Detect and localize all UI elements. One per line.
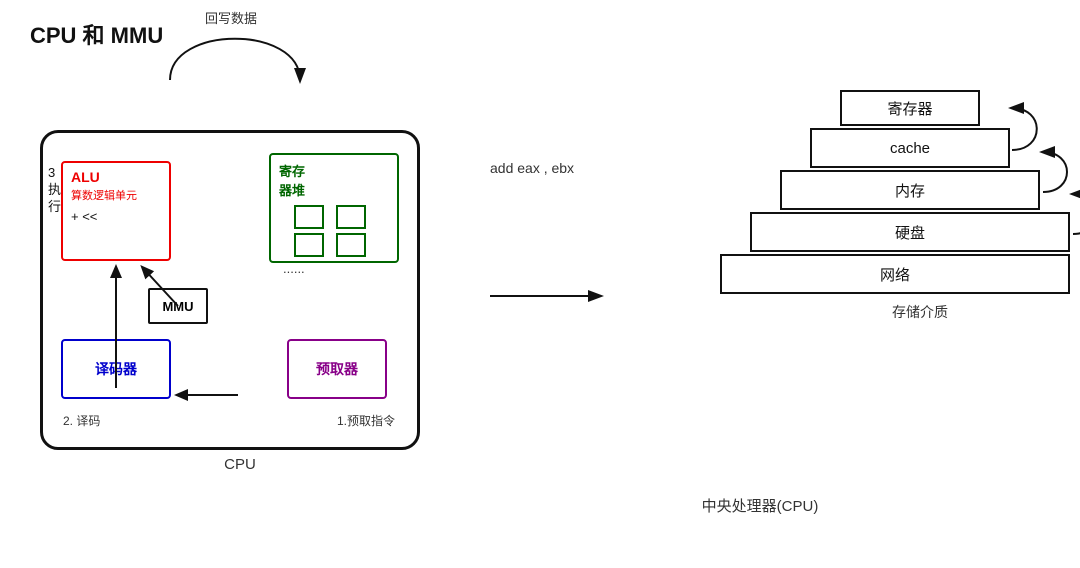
svg-text:回写数据: 回写数据 <box>205 11 257 26</box>
tier-network: 网络 <box>720 254 1070 294</box>
decoder-box: 译码器 <box>61 339 171 399</box>
decoder-step-label: 2. 译码 <box>63 412 100 429</box>
writeback-arrow: 回写数据 <box>40 15 420 85</box>
instruction-label: add eax , ebx <box>490 160 620 176</box>
alu-box: ALU 算数逻辑单元 + << <box>61 161 171 261</box>
reg-cell-1 <box>294 205 324 229</box>
cpu-diagram: 回写数据 3 执 行 ALU 算数逻辑单元 + << 寄存 器堆 <box>30 70 450 473</box>
tier-disk: 硬盘 <box>750 212 1070 252</box>
cpu-to-mem-arrow <box>490 286 610 306</box>
reg-title: 寄存 <box>279 161 305 180</box>
tier-registers: 寄存器 <box>840 90 980 126</box>
alu-subtitle: 算数逻辑单元 <box>71 187 137 203</box>
prefetch-step-label: 1.预取指令 <box>337 412 395 429</box>
cpu-outer-box: 3 执 行 ALU 算数逻辑单元 + << 寄存 器堆 ...... <box>40 130 420 450</box>
prefetch-box: 预取器 <box>287 339 387 399</box>
tier-memory: 内存 <box>780 170 1040 210</box>
alu-title: ALU <box>71 169 100 185</box>
reg-cell-2 <box>336 205 366 229</box>
prefetch-title: 预取器 <box>316 359 358 379</box>
reg-title2: 器堆 <box>279 180 305 199</box>
mmu-label: MMU <box>162 299 193 314</box>
mmu-box: MMU <box>148 288 208 324</box>
decoder-title: 译码器 <box>95 359 137 379</box>
step3-label: 3 执 行 <box>48 165 61 216</box>
reg-dots: ...... <box>279 261 305 276</box>
bottom-center-label: 中央处理器(CPU) <box>440 495 1080 516</box>
storage-label: 存储介质 <box>720 302 1080 322</box>
tier-cache: cache <box>810 128 1010 168</box>
memory-hierarchy: 寄存器 cache 内存 <box>660 70 1080 473</box>
alu-ops: + << <box>71 209 97 224</box>
reg-grid <box>294 205 374 257</box>
register-box: 寄存 器堆 ...... <box>269 153 399 263</box>
reg-cell-4 <box>336 233 366 257</box>
reg-cell-3 <box>294 233 324 257</box>
cpu-section-label: CPU <box>30 456 450 473</box>
